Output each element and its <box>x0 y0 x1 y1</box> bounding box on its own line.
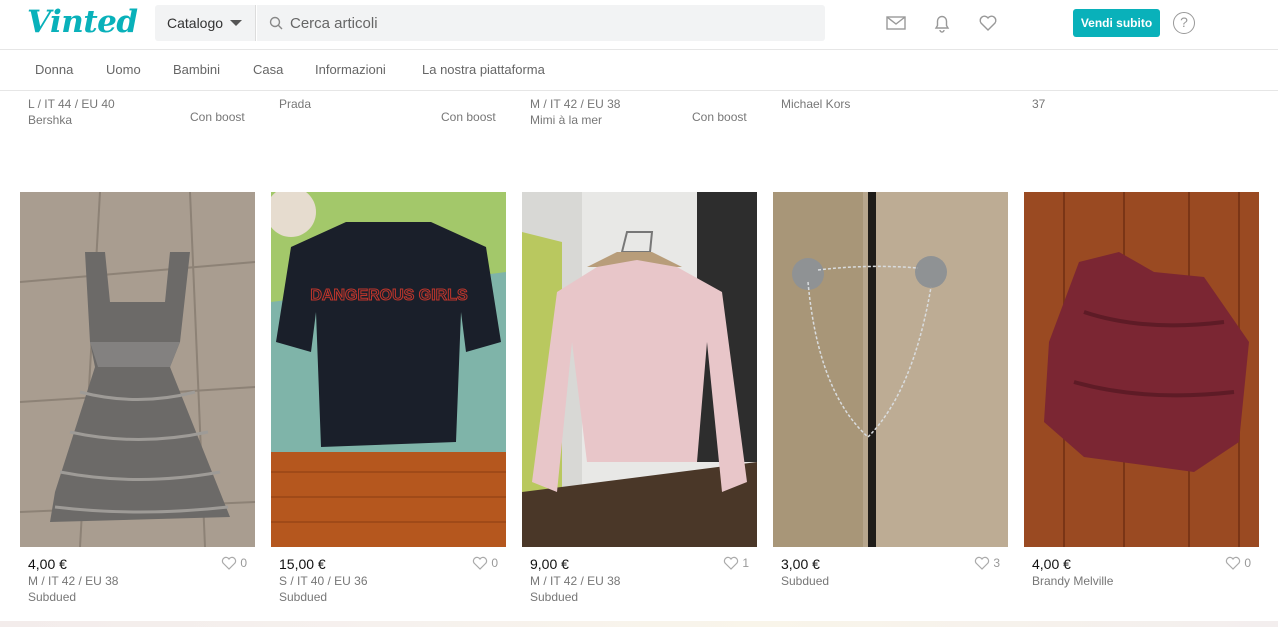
header: Vinted Catalogo Vendi subito ? <box>0 0 1278 50</box>
sell-now-button[interactable]: Vendi subito <box>1073 9 1160 37</box>
nav-bambini[interactable]: Bambini <box>173 62 220 77</box>
item-size: M / IT 42 / EU 38 <box>530 97 621 111</box>
heart-icon <box>724 556 739 570</box>
heart-icon <box>975 556 990 570</box>
top-item-2-meta: Prada <box>279 96 311 112</box>
search-bar[interactable] <box>257 5 825 41</box>
favourite-button[interactable]: 0 <box>221 556 247 570</box>
bottom-divider <box>0 621 1278 627</box>
item-price: 9,00 € <box>530 556 569 572</box>
nav-informazioni[interactable]: Informazioni <box>315 62 386 77</box>
item-brand: Subdued <box>530 590 579 604</box>
item-size: S / IT 40 / EU 36 <box>279 574 368 588</box>
favourite-count: 1 <box>742 556 749 570</box>
favourite-count: 3 <box>993 556 1000 570</box>
nav-uomo[interactable]: Uomo <box>106 62 141 77</box>
item-price: 3,00 € <box>781 556 820 572</box>
heart-icon <box>473 556 488 570</box>
nav-la-nostra-piattaforma[interactable]: La nostra piattaforma <box>422 62 545 77</box>
mail-icon[interactable] <box>885 12 907 34</box>
item-photo[interactable] <box>773 192 1008 547</box>
item-meta: M / IT 42 / EU 38 Subdued <box>530 573 620 605</box>
item-price: 4,00 € <box>1032 556 1071 572</box>
item-photo-art <box>522 192 757 547</box>
item-photo-art <box>1024 192 1259 547</box>
top-item-5-meta: 37 <box>1032 96 1045 112</box>
print-text: DANGEROUS GIRLS <box>310 287 468 304</box>
item-photo-art <box>773 192 1008 547</box>
favourite-button[interactable]: 0 <box>472 556 498 570</box>
heart-icon <box>222 556 237 570</box>
item-brand: Prada <box>279 97 312 111</box>
search-input[interactable] <box>290 14 790 32</box>
item-size: L / IT 44 / EU 40 <box>28 97 115 111</box>
catalog-label: Catalogo <box>167 15 224 31</box>
item-size: M / IT 42 / EU 38 <box>530 574 621 588</box>
item-brand: Bershka <box>28 113 73 127</box>
item-photo-art: DANGEROUS GIRLS <box>271 192 506 547</box>
item-meta: Brandy Melville <box>1032 573 1113 589</box>
item-card[interactable]: DANGEROUS GIRLS 15,00 € 0 S / IT 40 / EU… <box>271 192 506 612</box>
item-meta: S / IT 40 / EU 36 Subdued <box>279 573 368 605</box>
item-meta: M / IT 42 / EU 38 Subdued <box>28 573 118 605</box>
favourite-count: 0 <box>491 556 498 570</box>
boost-badge: Con boost <box>441 110 496 124</box>
catalog-dropdown[interactable]: Catalogo <box>155 5 256 41</box>
item-size: 37 <box>1032 97 1046 111</box>
item-photo[interactable] <box>1024 192 1259 547</box>
item-price: 4,00 € <box>28 556 67 572</box>
top-item-3-meta: M / IT 42 / EU 38 Mimi à la mer <box>530 96 620 128</box>
item-photo[interactable]: DANGEROUS GIRLS <box>271 192 506 547</box>
top-item-4-meta: Michael Kors <box>781 96 850 112</box>
item-card[interactable]: 4,00 € 0 Brandy Melville <box>1024 192 1259 612</box>
help-icon[interactable]: ? <box>1173 12 1195 34</box>
heart-icon <box>1226 556 1241 570</box>
favourite-button[interactable]: 3 <box>974 556 1000 570</box>
chevron-down-icon <box>230 20 243 26</box>
item-size: Brandy Melville <box>1032 574 1114 588</box>
boost-badge: Con boost <box>190 110 245 124</box>
item-meta: Subdued <box>781 573 829 589</box>
nav-casa[interactable]: Casa <box>253 62 283 77</box>
bell-icon[interactable] <box>931 12 953 34</box>
item-card[interactable]: 3,00 € 3 Subdued <box>773 192 1008 612</box>
item-size: M / IT 42 / EU 38 <box>28 574 119 588</box>
item-photo-art <box>20 192 255 547</box>
item-photo[interactable] <box>522 192 757 547</box>
top-item-1-meta: L / IT 44 / EU 40 Bershka <box>28 96 115 128</box>
favourite-count: 0 <box>1244 556 1251 570</box>
nav-donna[interactable]: Donna <box>35 62 73 77</box>
favourite-button[interactable]: 1 <box>723 556 749 570</box>
item-card[interactable]: 9,00 € 1 M / IT 42 / EU 38 Subdued <box>522 192 757 612</box>
item-brand: Subdued <box>28 590 77 604</box>
item-brand: Michael Kors <box>781 97 851 111</box>
vinted-logo[interactable]: Vinted <box>27 4 138 40</box>
category-nav: Donna Uomo Bambini Casa Informazioni La … <box>0 50 1278 91</box>
item-brand: Mimi à la mer <box>530 113 603 127</box>
boost-badge: Con boost <box>692 110 747 124</box>
item-brand: Subdued <box>279 590 328 604</box>
item-photo[interactable] <box>20 192 255 547</box>
item-size: Subdued <box>781 574 830 588</box>
item-price: 15,00 € <box>279 556 326 572</box>
favourite-button[interactable]: 0 <box>1225 556 1251 570</box>
heart-icon[interactable] <box>977 12 999 34</box>
search-icon <box>269 16 283 30</box>
favourite-count: 0 <box>240 556 247 570</box>
item-card[interactable]: 4,00 € 0 M / IT 42 / EU 38 Subdued <box>20 192 255 612</box>
